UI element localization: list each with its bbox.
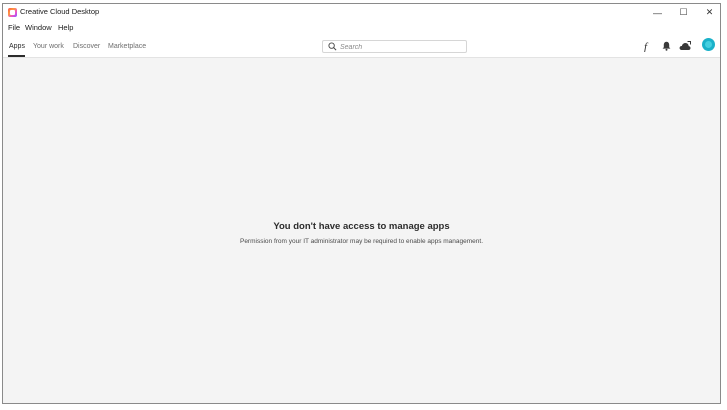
window-title: Creative Cloud Desktop (20, 7, 100, 16)
tab-marketplace[interactable]: Marketplace (108, 43, 146, 50)
tab-apps[interactable]: Apps (9, 43, 25, 50)
title-bar: Creative Cloud Desktop — ☐ ✕ (3, 4, 720, 21)
minimize-button[interactable]: — (645, 4, 670, 21)
empty-state-description: Permission from your IT administrator ma… (239, 238, 484, 245)
tab-discover[interactable]: Discover (73, 43, 100, 50)
main-content: You don't have access to manage apps Per… (3, 58, 720, 403)
search-icon (328, 42, 337, 51)
app-window: Creative Cloud Desktop — ☐ ✕ File Window… (2, 3, 721, 404)
maximize-button[interactable]: ☐ (671, 4, 696, 21)
active-tab-indicator (8, 55, 25, 57)
menu-file[interactable]: File (8, 23, 20, 32)
cloud-activity-icon[interactable] (679, 40, 691, 52)
menu-bar: File Window Help (3, 22, 720, 35)
close-button[interactable]: ✕ (697, 4, 720, 21)
tab-your-work[interactable]: Your work (33, 43, 64, 50)
menu-window[interactable]: Window (25, 23, 52, 32)
menu-help[interactable]: Help (58, 23, 73, 32)
nav-bar: Apps Your work Discover Marketplace f (3, 36, 720, 58)
avatar[interactable] (702, 38, 715, 51)
empty-state-title: You don't have access to manage apps (273, 221, 450, 232)
search-box[interactable] (322, 40, 467, 53)
svg-text:f: f (644, 41, 649, 52)
fonts-icon[interactable]: f (641, 40, 653, 52)
bell-icon[interactable] (660, 40, 672, 52)
search-input[interactable] (340, 42, 460, 52)
creative-cloud-logo-icon (8, 8, 17, 17)
